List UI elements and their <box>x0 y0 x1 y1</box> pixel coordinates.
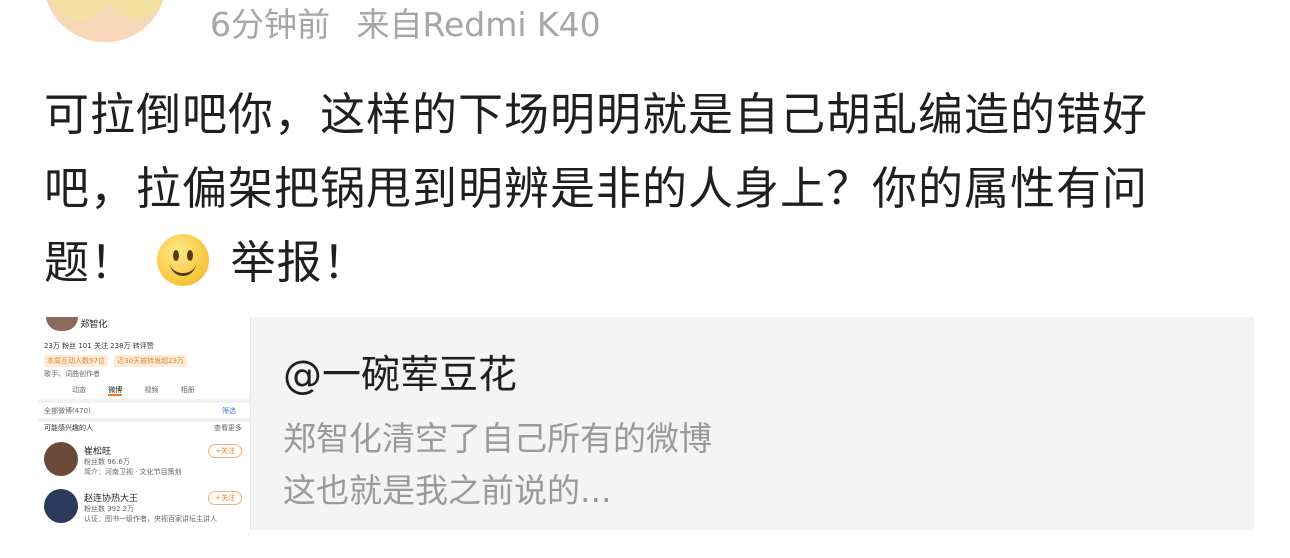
suggested-user-avatar <box>44 489 78 523</box>
filter-label: 筛选 <box>222 407 236 415</box>
suggested-user-avatar <box>44 442 78 476</box>
follow-button: +关注 <box>208 491 242 505</box>
suggested-user-fans: 粉丝数 96.6万 <box>84 458 130 466</box>
user-avatar[interactable] <box>44 0 166 42</box>
suggested-user-name: 赵连协热大王 <box>84 494 139 504</box>
post-text: 可拉倒吧你，这样的下场明明就是自己胡乱编造的错好吧，拉偏架把锅甩到明辨是非的人身… <box>44 88 1149 289</box>
tab-dynamic: 动态 <box>72 386 86 394</box>
all-weibo-count: 全部微博(470) <box>44 407 91 415</box>
profile-avatar-icon <box>46 317 78 331</box>
card-desc-line: 郑智化清空了自己所有的微博 <box>283 419 712 458</box>
tab-weibo: 微博 <box>108 386 123 396</box>
profile-stats: 23万 粉丝 101 关注 238万 转评赞 <box>44 342 154 350</box>
profile-pill-2: 近30天被转发超23万 <box>114 355 187 367</box>
post-source: 来自Redmi K40 <box>356 5 601 44</box>
maybe-like-title: 可能感兴趣的人 <box>44 424 93 432</box>
suggested-user-fans: 粉丝数 392.2万 <box>84 505 135 513</box>
post-body: 可拉倒吧你，这样的下场明明就是自己胡乱编造的错好吧，拉偏架把锅甩到明辨是非的人身… <box>44 78 1214 300</box>
post-text-tail: 举报！ <box>230 236 369 289</box>
post-meta: 6分钟前 来自Redmi K40 <box>210 0 601 46</box>
card-thumbnail: 郑智化 23万 粉丝 101 关注 238万 转评赞 本周互动人数97位 近30… <box>38 317 251 530</box>
profile-bio: 歌手、词曲创作者 <box>44 370 100 378</box>
post-time: 6分钟前 <box>210 5 330 44</box>
card-desc-line: 这也就是我之前说的... <box>283 471 612 510</box>
tab-video: 视频 <box>144 386 159 394</box>
suggested-user-name: 崔松旺 <box>84 447 112 457</box>
profile-pill-1: 本周互动人数97位 <box>44 355 108 367</box>
smile-emoji-icon <box>157 234 210 286</box>
profile-name: 郑智化 <box>80 320 108 330</box>
follow-button: +关注 <box>208 444 242 458</box>
quoted-weibo-card[interactable]: 郑智化 23万 粉丝 101 关注 238万 转评赞 本周互动人数97位 近30… <box>38 317 1254 530</box>
see-more-link: 查看更多 <box>214 424 242 432</box>
tab-album: 相册 <box>180 386 195 394</box>
suggested-user-bio: 简介：河南卫视 · 文化节目策划 <box>84 468 182 476</box>
card-description: 郑智化清空了自己所有的微博 这也就是我之前说的... <box>283 413 712 517</box>
card-title[interactable]: @一碗荤豆花 <box>283 344 517 400</box>
suggested-user-bio: 认证：图书一级作者，央视百家讲坛主讲人 <box>84 515 217 523</box>
avatar-hair-icon <box>44 0 166 42</box>
